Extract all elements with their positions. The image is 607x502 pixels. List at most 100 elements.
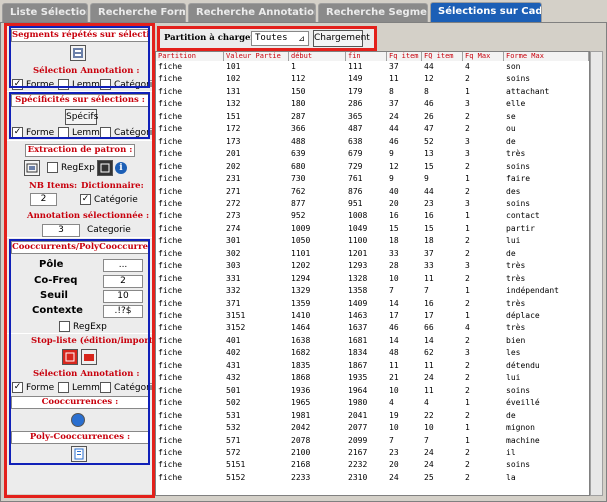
table-cell[interactable]: 2167 bbox=[346, 447, 387, 459]
table-cell[interactable]: 639 bbox=[289, 148, 346, 160]
chk-forme-3[interactable]: ✓ Forme bbox=[12, 382, 54, 393]
table-cell[interactable]: 24 bbox=[387, 472, 422, 484]
table-cell[interactable]: fiche bbox=[156, 248, 224, 260]
table-cell[interactable]: 37 bbox=[387, 61, 422, 73]
table-cell[interactable]: 3 bbox=[463, 347, 504, 359]
table-cell[interactable]: 202 bbox=[224, 161, 289, 173]
table-cell[interactable]: 876 bbox=[346, 186, 387, 198]
table-cell[interactable]: lui bbox=[504, 372, 589, 384]
specifs-button[interactable]: Spécifs bbox=[65, 109, 98, 125]
table-cell[interactable]: fiche bbox=[156, 61, 224, 73]
table-cell[interactable]: 24 bbox=[422, 447, 463, 459]
table-cell[interactable]: très bbox=[504, 298, 589, 310]
table-cell[interactable]: 1867 bbox=[346, 360, 387, 372]
table-cell[interactable]: fiche bbox=[156, 273, 224, 285]
table-cell[interactable]: très bbox=[504, 260, 589, 272]
table-cell[interactable]: 532 bbox=[224, 422, 289, 434]
table-cell[interactable]: 3 bbox=[463, 98, 504, 110]
column-header[interactable]: fin bbox=[346, 52, 387, 61]
table-cell[interactable]: 1410 bbox=[289, 310, 346, 322]
table-cell[interactable]: 26 bbox=[422, 111, 463, 123]
table-cell[interactable]: il bbox=[504, 447, 589, 459]
table-cell[interactable]: 18 bbox=[387, 235, 422, 247]
table-cell[interactable]: ou bbox=[504, 123, 589, 135]
table-cell[interactable]: fiche bbox=[156, 260, 224, 272]
table-cell[interactable]: 46 bbox=[387, 136, 422, 148]
table-cell[interactable]: 46 bbox=[422, 98, 463, 110]
table-cell[interactable]: partir bbox=[504, 223, 589, 235]
table-cell[interactable]: 1358 bbox=[346, 285, 387, 297]
table-cell[interactable]: 9 bbox=[387, 173, 422, 185]
table-cell[interactable]: se bbox=[504, 111, 589, 123]
table-cell[interactable]: 1834 bbox=[346, 347, 387, 359]
table-cell[interactable]: 401 bbox=[224, 335, 289, 347]
table-cell[interactable]: 4 bbox=[463, 322, 504, 334]
table-cell[interactable]: 1201 bbox=[346, 248, 387, 260]
table-cell[interactable]: 1202 bbox=[289, 260, 346, 272]
table-cell[interactable]: 680 bbox=[289, 161, 346, 173]
table-cell[interactable]: 1980 bbox=[346, 397, 387, 409]
table-cell[interactable]: fiche bbox=[156, 435, 224, 447]
table-cell[interactable]: 1293 bbox=[346, 260, 387, 272]
table-cell[interactable]: 1049 bbox=[346, 223, 387, 235]
table-cell[interactable]: 1 bbox=[463, 422, 504, 434]
table-cell[interactable]: 1935 bbox=[346, 372, 387, 384]
table-cell[interactable]: 1 bbox=[463, 173, 504, 185]
tab-recherche-segments[interactable]: Recherche Segments bbox=[318, 3, 428, 22]
table-cell[interactable]: 1 bbox=[463, 285, 504, 297]
table-cell[interactable]: mignon bbox=[504, 422, 589, 434]
table-cell[interactable]: 112 bbox=[289, 73, 346, 85]
table-cell[interactable]: 2 bbox=[463, 73, 504, 85]
table-cell[interactable]: 1008 bbox=[346, 210, 387, 222]
table-cell[interactable]: 2 bbox=[463, 372, 504, 384]
table-cell[interactable]: 1965 bbox=[289, 397, 346, 409]
table-cell[interactable]: fiche bbox=[156, 161, 224, 173]
table-cell[interactable]: 679 bbox=[346, 148, 387, 160]
table-cell[interactable]: fiche bbox=[156, 372, 224, 384]
contexte-field[interactable]: .!?$ bbox=[103, 305, 143, 318]
table-cell[interactable]: faire bbox=[504, 173, 589, 185]
table-cell[interactable]: 2 bbox=[463, 111, 504, 123]
table-cell[interactable]: 23 bbox=[422, 198, 463, 210]
table-cell[interactable]: 28 bbox=[387, 260, 422, 272]
table-cell[interactable]: 44 bbox=[422, 186, 463, 198]
table-cell[interactable]: 24 bbox=[422, 372, 463, 384]
chk-categorie-2[interactable]: Catégorie bbox=[100, 127, 158, 138]
table-cell[interactable]: 22 bbox=[422, 410, 463, 422]
table-cell[interactable]: 201 bbox=[224, 148, 289, 160]
table-cell[interactable]: 952 bbox=[289, 210, 346, 222]
table-cell[interactable]: 10 bbox=[422, 422, 463, 434]
table-cell[interactable]: 761 bbox=[346, 173, 387, 185]
table-cell[interactable]: 502 bbox=[224, 397, 289, 409]
table-cell[interactable]: 286 bbox=[346, 98, 387, 110]
table-cell[interactable]: 1638 bbox=[289, 335, 346, 347]
table-cell[interactable]: 7 bbox=[387, 435, 422, 447]
pattern-icon[interactable] bbox=[97, 160, 113, 176]
table-cell[interactable]: de bbox=[504, 248, 589, 260]
table-cell[interactable]: 111 bbox=[346, 61, 387, 73]
table-cell[interactable]: fiche bbox=[156, 447, 224, 459]
table-cell[interactable]: indépendant bbox=[504, 285, 589, 297]
table-cell[interactable]: 12 bbox=[422, 73, 463, 85]
table-cell[interactable]: 2 bbox=[463, 273, 504, 285]
chk-categorie-1[interactable]: Catégorie bbox=[100, 79, 158, 90]
table-cell[interactable]: les bbox=[504, 347, 589, 359]
chk-lemme-1[interactable]: Lemme bbox=[58, 79, 105, 90]
table-cell[interactable]: fiche bbox=[156, 136, 224, 148]
table-cell[interactable]: 2 bbox=[463, 298, 504, 310]
table-cell[interactable]: 2 bbox=[463, 459, 504, 471]
table-cell[interactable]: 11 bbox=[422, 385, 463, 397]
table-cell[interactable]: 2 bbox=[463, 123, 504, 135]
table-cell[interactable]: 12 bbox=[387, 161, 422, 173]
chk-lemme-2[interactable]: Lemme bbox=[58, 127, 105, 138]
table-cell[interactable]: 48 bbox=[387, 347, 422, 359]
table-cell[interactable]: fiche bbox=[156, 347, 224, 359]
table-cell[interactable]: 2 bbox=[463, 161, 504, 173]
table-cell[interactable]: 1964 bbox=[346, 385, 387, 397]
table-cell[interactable]: 1409 bbox=[346, 298, 387, 310]
table-cell[interactable]: fiche bbox=[156, 111, 224, 123]
table-cell[interactable]: son bbox=[504, 61, 589, 73]
table-cell[interactable]: fiche bbox=[156, 123, 224, 135]
table-cell[interactable]: 2 bbox=[463, 472, 504, 484]
table-cell[interactable]: 274 bbox=[224, 223, 289, 235]
